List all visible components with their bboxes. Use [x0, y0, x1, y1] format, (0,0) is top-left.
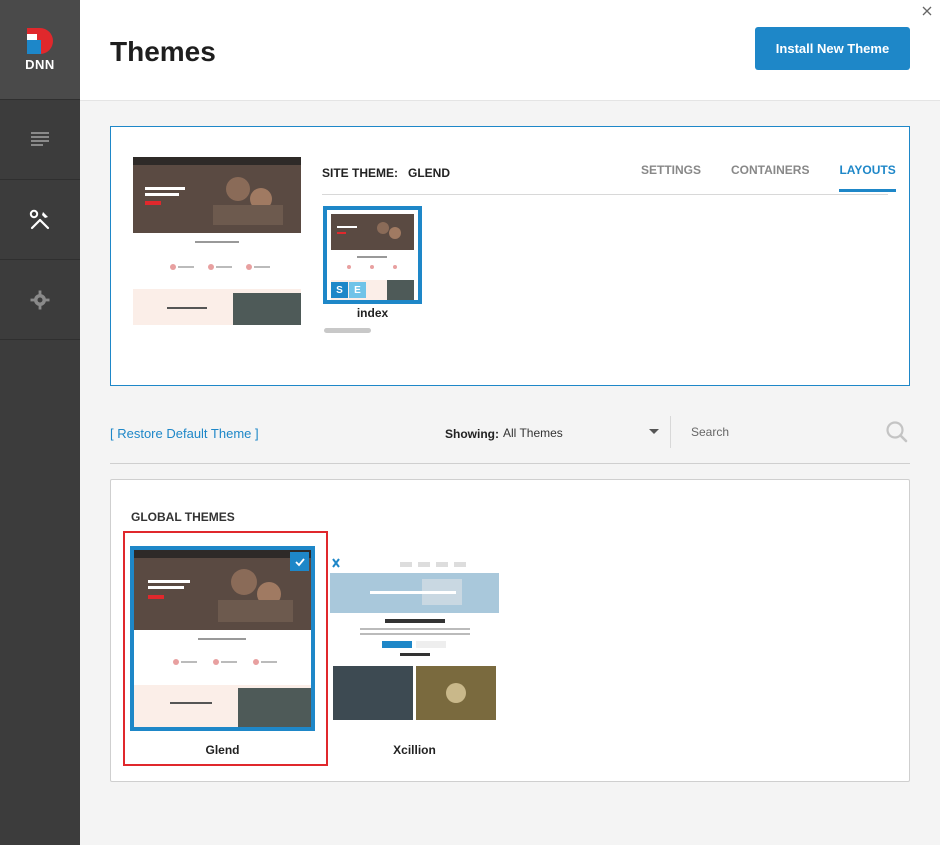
showing-select-value: All Themes — [503, 426, 563, 440]
install-new-theme-button[interactable]: Install New Theme — [755, 27, 910, 70]
content-icon — [31, 131, 49, 146]
sidebar-item-tools[interactable] — [0, 180, 80, 260]
site-theme-label-text: SITE THEME: — [322, 166, 399, 180]
tab-divider — [322, 194, 888, 195]
site-theme-panel: SITE THEME: GLEND SETTINGS CONTAINERS LAY… — [110, 126, 910, 386]
theme-name-xcillion: Xcillion — [393, 743, 436, 757]
site-theme-label: SITE THEME: GLEND — [322, 166, 450, 180]
tab-settings[interactable]: SETTINGS — [641, 163, 701, 192]
theme-card-xcillion[interactable] — [330, 553, 499, 722]
sidebar-item-settings[interactable] — [0, 260, 80, 340]
tools-icon — [29, 209, 50, 229]
layouts-scrollbar[interactable] — [324, 328, 371, 333]
layout-badge-e: E — [349, 282, 366, 298]
site-theme-tabs: SETTINGS CONTAINERS LAYOUTS — [641, 163, 896, 192]
page-header: Themes Install New Theme — [80, 0, 940, 101]
page-title: Themes — [110, 36, 216, 67]
sidebar-item-content[interactable] — [0, 100, 80, 180]
restore-default-theme-link[interactable]: [ Restore Default Theme ] — [110, 426, 259, 441]
checkmark-icon — [290, 552, 309, 571]
showing-label: Showing: — [445, 427, 499, 441]
sidebar: DNN — [0, 0, 80, 845]
theme-name-glend: Glend — [205, 743, 240, 757]
search-input[interactable] — [683, 419, 878, 445]
layout-badge-s: S — [331, 282, 348, 298]
chevron-down-icon — [649, 429, 659, 434]
gear-icon — [30, 290, 50, 309]
layout-name: index — [356, 306, 389, 320]
filter-rule — [110, 463, 910, 464]
close-icon[interactable] — [920, 4, 934, 18]
dnn-logo[interactable]: DNN — [0, 0, 80, 100]
layout-card-index[interactable]: S E — [323, 206, 422, 304]
tab-layouts[interactable]: LAYOUTS — [839, 163, 896, 192]
showing-select[interactable]: All Themes — [503, 422, 663, 444]
filter-divider — [670, 416, 671, 448]
logo-text: DNN — [25, 56, 55, 72]
global-themes-panel: GLOBAL THEMES Glend Xcillion — [110, 479, 910, 782]
tab-containers[interactable]: CONTAINERS — [731, 163, 809, 192]
site-theme-thumbnail — [133, 157, 301, 325]
dnn-logo-icon — [27, 27, 53, 54]
global-themes-title: GLOBAL THEMES — [131, 510, 235, 524]
site-theme-value: GLEND — [408, 166, 451, 180]
theme-card-glend[interactable] — [130, 546, 315, 731]
search-icon[interactable] — [885, 420, 909, 444]
